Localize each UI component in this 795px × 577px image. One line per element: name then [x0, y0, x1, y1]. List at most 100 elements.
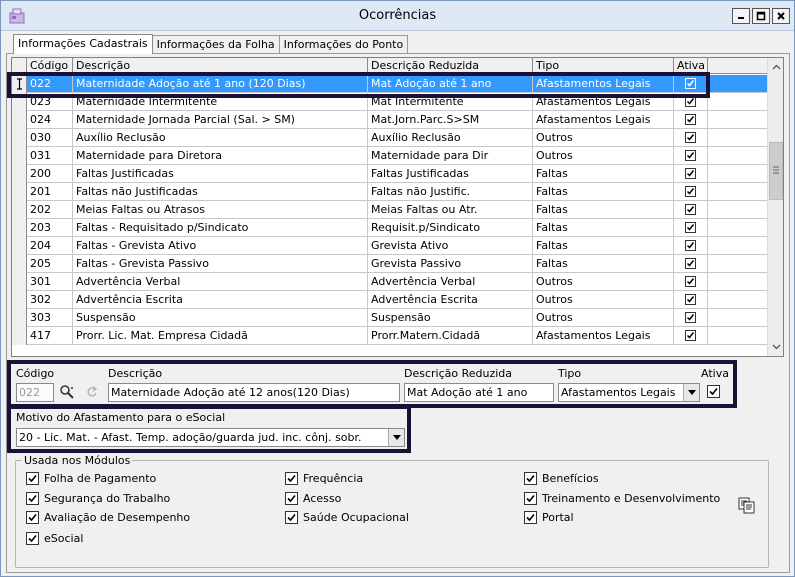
ativa-checkbox[interactable]	[685, 222, 696, 233]
modulo-esocial[interactable]: eSocial	[26, 532, 83, 545]
checkbox[interactable]	[285, 472, 298, 485]
table-row[interactable]: 024 Maternidade Jornada Parcial (Sal. > S…	[12, 111, 767, 129]
ativa-checkbox[interactable]	[707, 385, 720, 398]
modulo-folha-de-pagamento[interactable]: Folha de Pagamento	[26, 472, 156, 485]
tipo-dropdown-button[interactable]	[683, 384, 699, 401]
row-indicator[interactable]	[12, 327, 27, 345]
modulo-label: Frequência	[303, 472, 364, 485]
row-indicator[interactable]	[12, 75, 27, 93]
checkbox[interactable]	[26, 511, 39, 524]
ativa-checkbox[interactable]	[685, 276, 696, 287]
row-indicator[interactable]	[12, 93, 27, 111]
checkbox[interactable]	[524, 511, 537, 524]
tipo-select[interactable]: Afastamentos Legais	[558, 383, 700, 402]
descricao-field[interactable]: Maternidade Adoção até 12 anos(120 Dias)	[108, 383, 400, 402]
table-row[interactable]: 204 Faltas - Grevista Ativo Grevista Ativo…	[12, 237, 767, 255]
row-indicator[interactable]	[12, 237, 27, 255]
table-row[interactable]: 202 Meias Faltas ou Atrasos Meias Faltas o…	[12, 201, 767, 219]
row-indicator[interactable]	[12, 183, 27, 201]
ativa-checkbox[interactable]	[685, 312, 696, 323]
modulo-seguranca-do-trabalho[interactable]: Segurança do Trabalho	[26, 492, 170, 505]
row-indicator[interactable]	[12, 147, 27, 165]
header-ativa[interactable]: Ativa	[674, 58, 708, 74]
ativa-checkbox[interactable]	[685, 240, 696, 251]
row-indicator[interactable]	[12, 309, 27, 327]
ativa-checkbox[interactable]	[685, 330, 696, 341]
modulo-treinamento-e-desenvolvimento[interactable]: Treinamento e Desenvolvimento	[524, 492, 720, 505]
codigo-field[interactable]: 022	[16, 383, 54, 402]
cell-descricao-reduzida: Faltas Justificadas	[368, 165, 533, 183]
grid-vertical-scrollbar[interactable]	[767, 58, 783, 356]
table-row[interactable]: 303 Suspensão Suspensão Outros	[12, 309, 767, 327]
motivo-esocial-select[interactable]: 20 - Lic. Mat. - Afast. Temp. adoção/gua…	[16, 428, 405, 447]
checkbox[interactable]	[26, 532, 39, 545]
ativa-checkbox[interactable]	[685, 204, 696, 215]
table-row[interactable]: 417 Prorr. Lic. Mat. Empresa Cidadã Prorr.…	[12, 327, 767, 345]
row-indicator[interactable]	[12, 273, 27, 291]
modulo-acesso[interactable]: Acesso	[285, 492, 341, 505]
scroll-thumb[interactable]	[769, 142, 783, 200]
checkbox[interactable]	[285, 511, 298, 524]
grid-header: Código Descrição Descrição Reduzida Tipo…	[12, 58, 767, 74]
table-row[interactable]: 205 Faltas - Grevista Passivo Grevista Pas…	[12, 255, 767, 273]
checkbox[interactable]	[524, 492, 537, 505]
window-title: Ocorrências	[358, 8, 437, 23]
table-row[interactable]: 302 Advertência Escrita Advertência Escrit…	[12, 291, 767, 309]
scroll-up-button[interactable]	[768, 59, 783, 75]
modulo-label: Treinamento e Desenvolvimento	[542, 492, 721, 505]
table-row[interactable]: 301 Advertência Verbal Advertência Verbal O…	[12, 273, 767, 291]
maximize-button[interactable]	[752, 8, 770, 24]
tab-informacoes-do-ponto[interactable]: Informações do Ponto	[278, 35, 409, 54]
modulo-portal[interactable]: Portal	[524, 511, 574, 524]
refresh-icon[interactable]	[85, 385, 99, 402]
row-indicator[interactable]	[12, 129, 27, 147]
modulo-saude-ocupacional[interactable]: Saúde Ocupacional	[285, 511, 409, 524]
copy-button[interactable]	[736, 495, 758, 515]
search-icon[interactable]	[59, 384, 76, 403]
ativa-checkbox[interactable]	[685, 168, 696, 179]
row-indicator[interactable]	[12, 219, 27, 237]
table-row[interactable]: 030 Auxílio Reclusão Auxílio Reclusão Outro…	[12, 129, 767, 147]
ativa-checkbox[interactable]	[685, 78, 696, 89]
ativa-checkbox[interactable]	[685, 186, 696, 197]
table-row[interactable]: 201 Faltas não Justificadas Faltas não Jus…	[12, 183, 767, 201]
row-indicator[interactable]	[12, 165, 27, 183]
row-indicator[interactable]	[12, 201, 27, 219]
modulo-avaliacao-de-desempenho[interactable]: Avaliação de Desempenho	[26, 511, 190, 524]
checkmark-icon	[526, 474, 535, 483]
scroll-down-button[interactable]	[768, 339, 783, 355]
cell-ativa	[674, 183, 708, 201]
row-indicator[interactable]	[12, 111, 27, 129]
ativa-checkbox[interactable]	[685, 114, 696, 125]
codigo-label: Código	[16, 367, 55, 380]
checkbox[interactable]	[26, 472, 39, 485]
header-descricao[interactable]: Descrição	[73, 58, 368, 74]
checkbox[interactable]	[285, 492, 298, 505]
row-indicator[interactable]	[12, 291, 27, 309]
header-descricao-reduzida[interactable]: Descrição Reduzida	[368, 58, 533, 74]
minimize-button[interactable]	[732, 8, 750, 24]
modulo-frequencia[interactable]: Frequência	[285, 472, 363, 485]
table-row[interactable]: 203 Faltas - Requisitado p/Sindicato Requi…	[12, 219, 767, 237]
header-codigo[interactable]: Código	[27, 58, 73, 74]
close-button[interactable]	[772, 8, 790, 24]
ativa-checkbox[interactable]	[685, 96, 696, 107]
table-row[interactable]: 022 Maternidade Adoção até 1 ano (120 Dia…	[12, 75, 767, 93]
table-row[interactable]: 023 Maternidade Intermitente Mat Intermite…	[12, 93, 767, 111]
header-tipo[interactable]: Tipo	[533, 58, 674, 74]
motivo-dropdown-button[interactable]	[388, 429, 404, 446]
table-row[interactable]: 031 Maternidade para Diretora Maternidade …	[12, 147, 767, 165]
table-row[interactable]: 200 Faltas Justificadas Faltas Justificada…	[12, 165, 767, 183]
checkbox[interactable]	[524, 472, 537, 485]
ativa-checkbox[interactable]	[685, 258, 696, 269]
ativa-checkbox[interactable]	[685, 132, 696, 143]
row-indicator[interactable]	[12, 255, 27, 273]
ativa-checkbox[interactable]	[685, 150, 696, 161]
checkbox[interactable]	[26, 492, 39, 505]
ativa-checkbox[interactable]	[685, 294, 696, 305]
tab-informacoes-cadastrais[interactable]: Informações Cadastrais	[13, 34, 153, 54]
checkmark-icon	[28, 494, 37, 503]
modulo-beneficios[interactable]: Benefícios	[524, 472, 599, 485]
descricao-reduzida-field[interactable]: Mat Adoção até 1 ano	[404, 383, 554, 402]
tab-informacoes-da-folha[interactable]: Informações da Folha	[151, 35, 280, 54]
